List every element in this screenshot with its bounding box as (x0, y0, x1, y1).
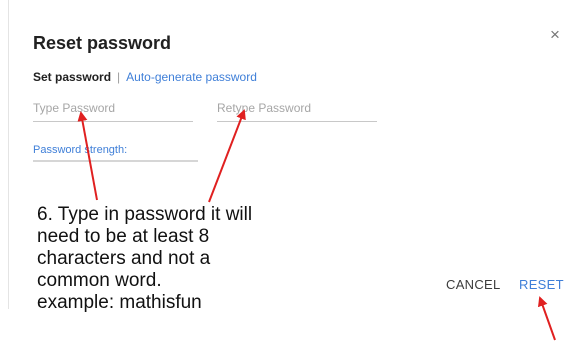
password-strength-label: Password strength: (33, 144, 128, 156)
annotation-line: 6. Type in password it will (37, 204, 253, 225)
password-strength-bar (33, 160, 198, 162)
annotation-line: characters and not a (37, 248, 211, 269)
tab-auto-generate-password[interactable]: Auto-generate password (126, 70, 257, 84)
arrow-to-reset (537, 296, 556, 341)
annotation-line: common word. (37, 270, 162, 291)
arrow-to-retype (208, 109, 246, 203)
instruction-annotation: 6. Type in password it will need to be a… (37, 204, 327, 314)
dialog-title: Reset password (33, 33, 172, 53)
retype-password-input[interactable] (217, 101, 377, 122)
password-mode-tabs: Set password | Auto-generate password (33, 70, 257, 84)
cancel-button[interactable]: CANCEL (446, 277, 501, 292)
tab-set-password[interactable]: Set password (33, 70, 111, 84)
arrow-to-password (77, 111, 98, 201)
tab-separator: | (117, 70, 121, 84)
reset-button[interactable]: RESET (519, 277, 564, 292)
close-icon[interactable]: × (550, 26, 560, 43)
annotation-line: example: mathisfun (37, 292, 202, 313)
dialog-edge (8, 0, 9, 309)
annotation-line: need to be at least 8 (37, 226, 210, 247)
password-input[interactable] (33, 101, 193, 122)
